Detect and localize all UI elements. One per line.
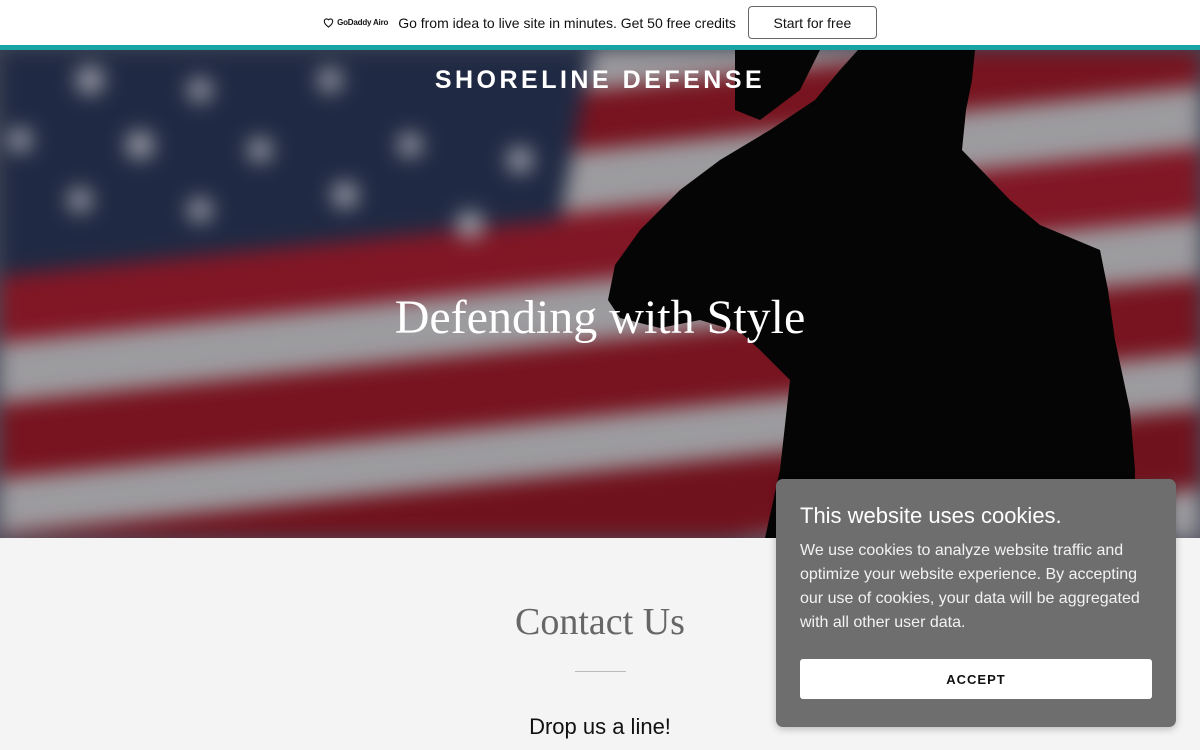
accept-cookies-button[interactable]: ACCEPT [800, 659, 1152, 699]
start-for-free-button[interactable]: Start for free [747, 6, 877, 39]
site-title[interactable]: SHORELINE DEFENSE [0, 66, 1200, 95]
promo-bar: GoDaddy Airo Go from idea to live site i… [0, 0, 1200, 45]
section-divider [575, 671, 626, 672]
promo-message: Go from idea to live site in minutes. Ge… [398, 14, 736, 31]
logo-text: GoDaddy Airo [337, 18, 389, 27]
hero-heading: Defending with Style [394, 291, 806, 344]
cookie-banner: This website uses cookies. We use cookie… [776, 479, 1176, 727]
godaddy-logo-icon [323, 18, 334, 28]
cookie-title: This website uses cookies. [800, 503, 1062, 528]
godaddy-airo-logo: GoDaddy Airo [323, 17, 388, 28]
cookie-message: We use cookies to analyze website traffi… [800, 542, 1140, 631]
hero-section: SHORELINE DEFENSE Defending with Style [0, 50, 1200, 538]
